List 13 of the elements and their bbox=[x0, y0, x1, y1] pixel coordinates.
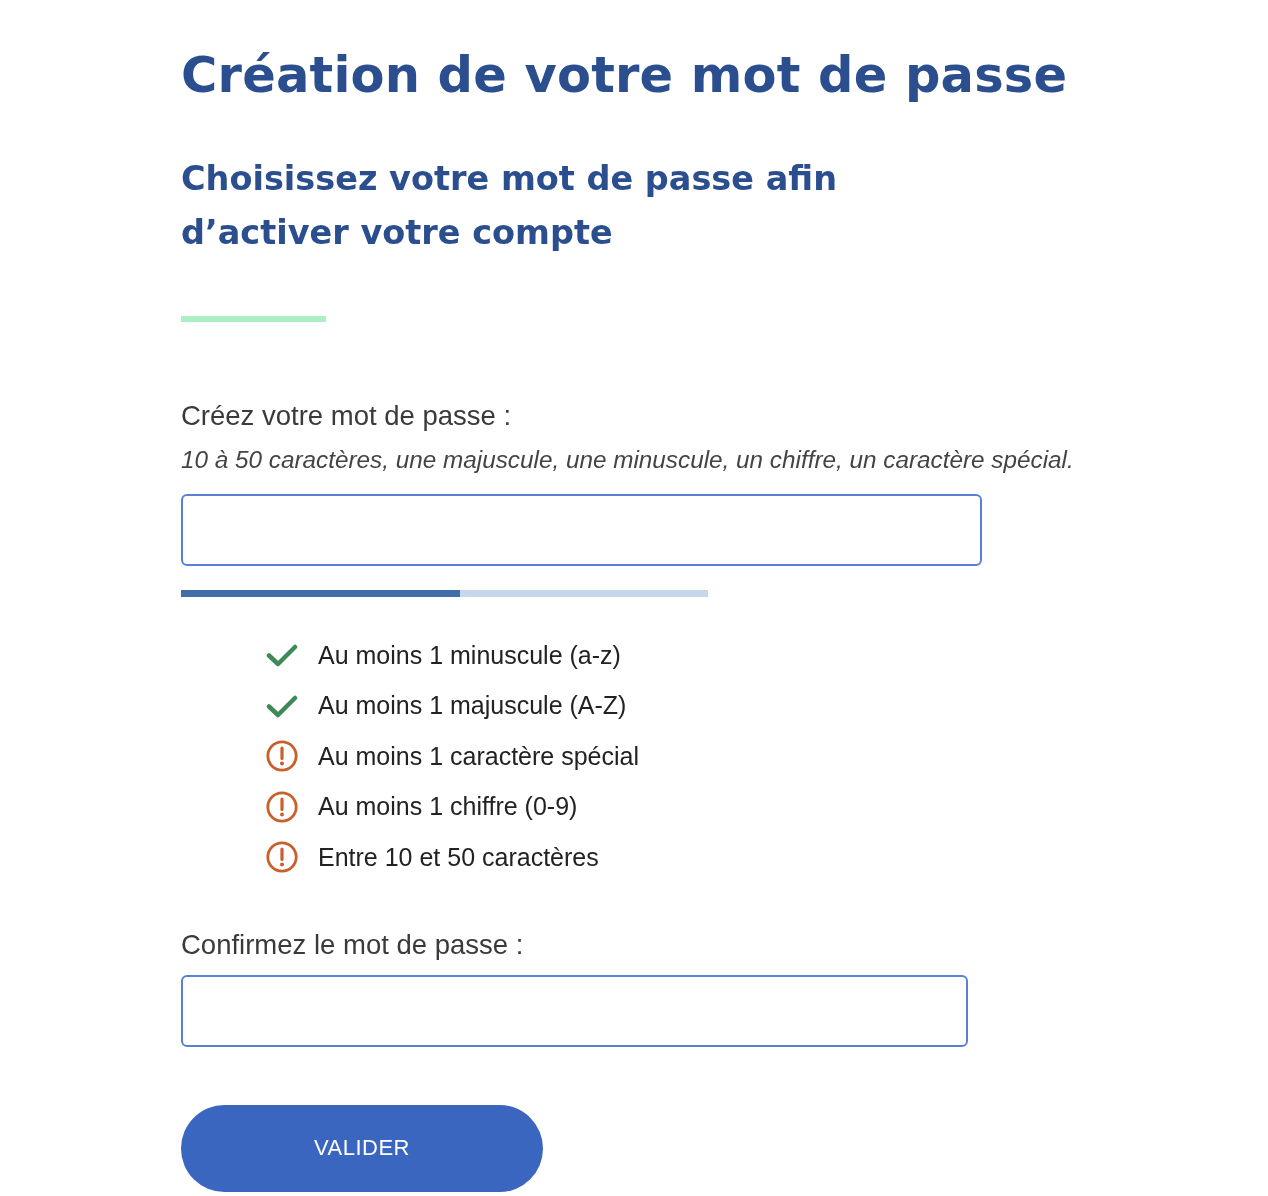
requirement-text: Au moins 1 chiffre (0-9) bbox=[318, 792, 578, 822]
password-hint: 10 à 50 caractères, une majuscule, une minuscule, un chiffre, un caractère spécial. bbox=[181, 446, 1074, 474]
submit-button[interactable]: VALIDER bbox=[181, 1104, 543, 1192]
page-subtitle: Choisissez votre mot de passe afin d’activer votre compte bbox=[181, 158, 838, 254]
confirm-password-label: Confirmez le mot de passe : bbox=[181, 928, 524, 961]
password-label: Créez votre mot de passe : bbox=[181, 400, 512, 432]
page-title: Création de votre mot de passe bbox=[181, 45, 1068, 106]
requirement-text: Au moins 1 minuscule (a-z) bbox=[318, 640, 621, 670]
password-input-field[interactable] bbox=[181, 494, 982, 566]
confirm-password-input-field[interactable] bbox=[181, 974, 968, 1047]
requirement-text: Au moins 1 majuscule (A-Z) bbox=[318, 691, 627, 721]
requirement-text: Au moins 1 caractère spécial bbox=[318, 741, 639, 771]
requirement-text: Entre 10 et 50 caractères bbox=[318, 842, 599, 872]
